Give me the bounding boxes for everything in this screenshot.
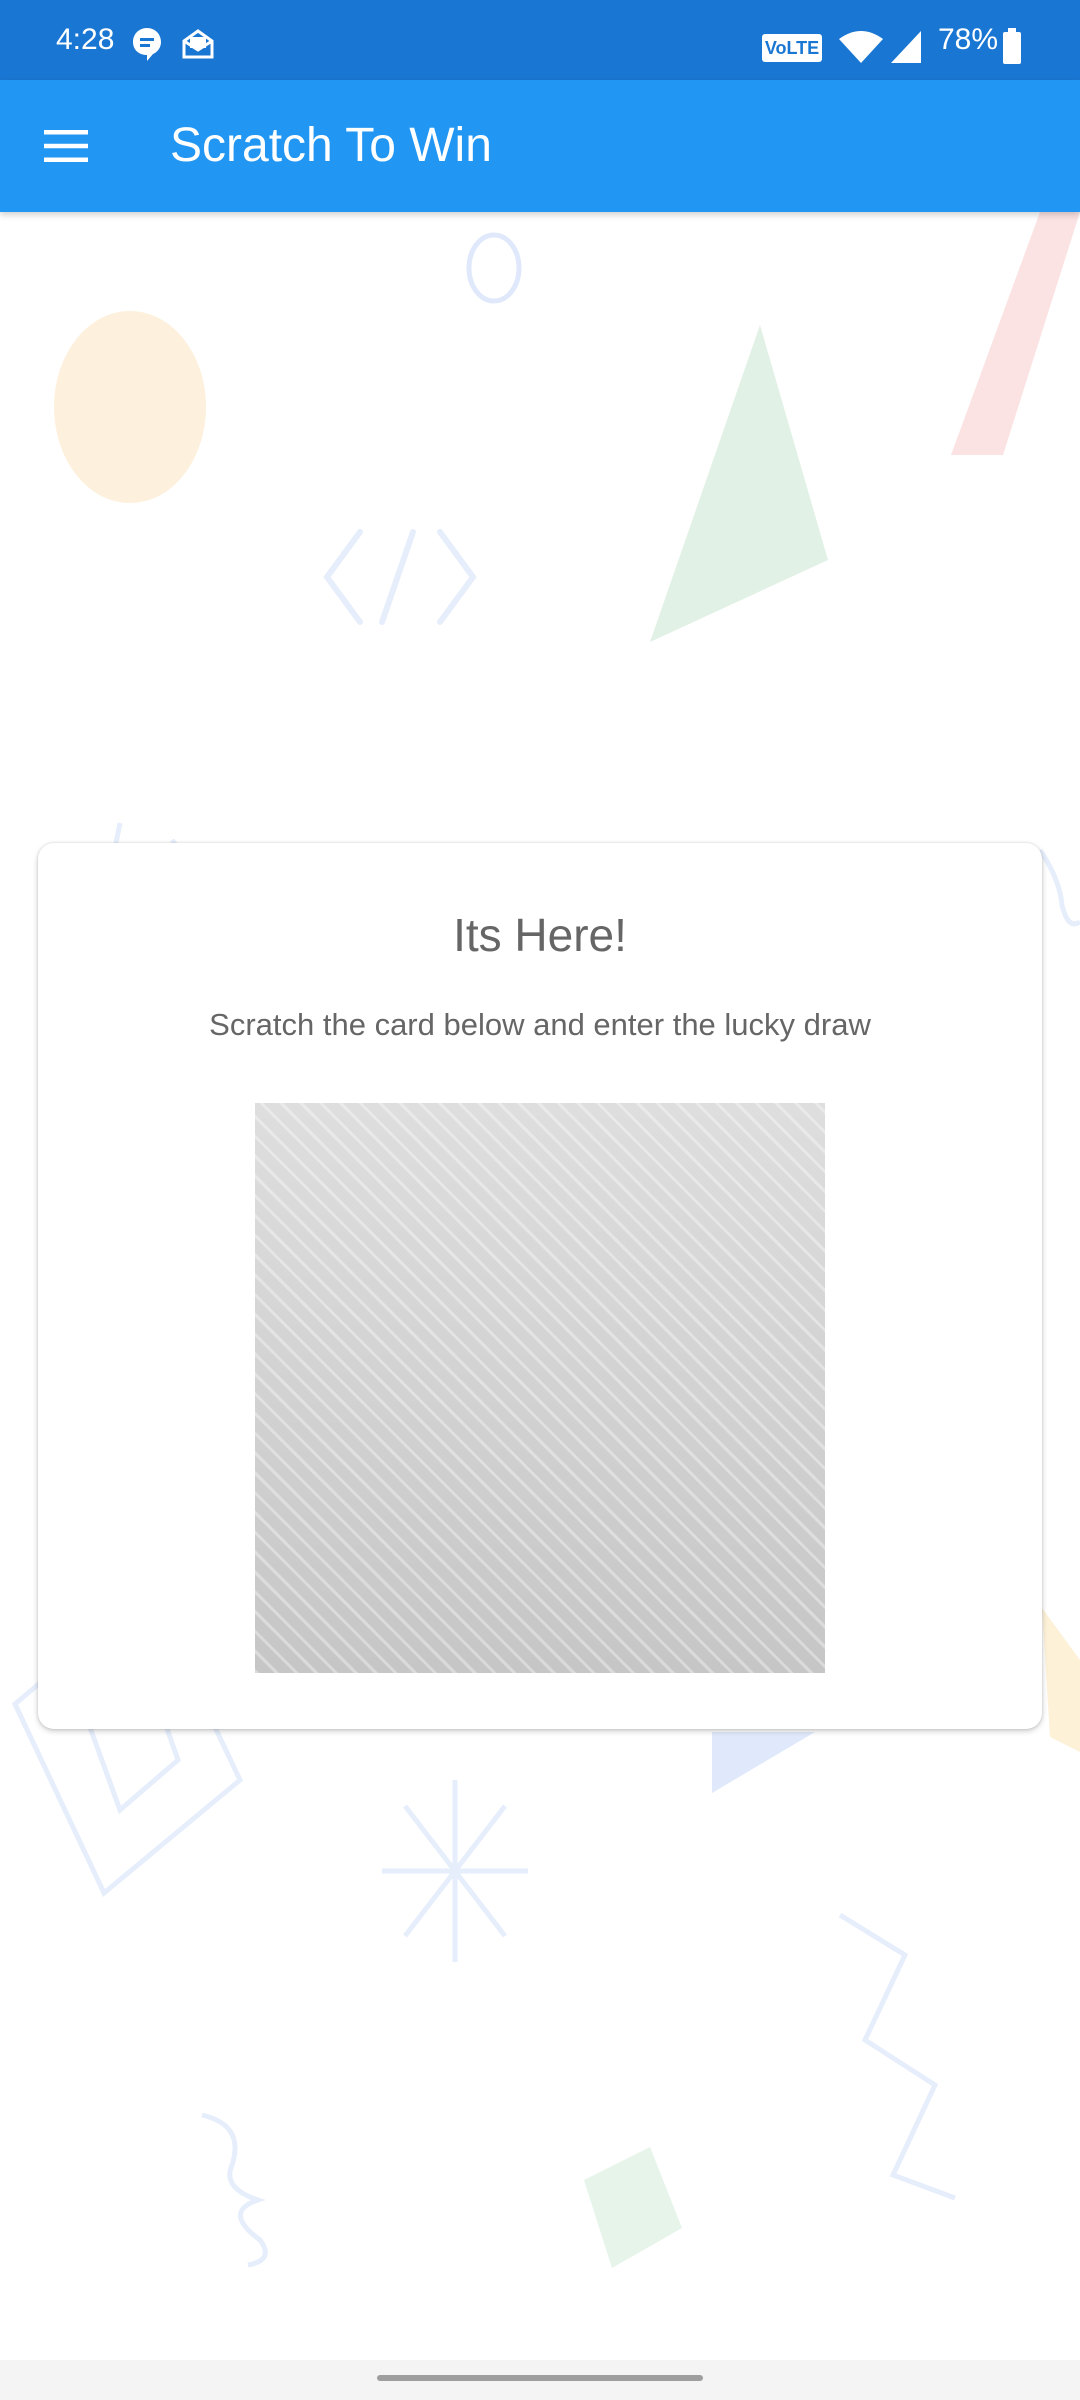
blue-ring-shape	[466, 232, 522, 304]
volte-icon: VoLTE	[762, 34, 822, 62]
code-brackets-shape	[323, 529, 477, 625]
home-gesture-handle[interactable]	[377, 2375, 703, 2381]
hamburger-menu-icon	[44, 130, 88, 162]
app-bar: Scratch To Win	[0, 80, 1080, 212]
blue-triangle-shape	[712, 1732, 815, 1793]
app-title: Scratch To Win	[170, 119, 492, 172]
yellow-triangle-shape	[1042, 1608, 1080, 1752]
mail-notification-icon	[182, 29, 214, 59]
volte-label: VoLTE	[764, 38, 820, 58]
wifi-icon	[839, 31, 883, 63]
navigation-bar	[0, 2360, 1080, 2400]
scratch-card: Its Here! Scratch the card below and ent…	[38, 843, 1042, 1729]
battery-icon	[1003, 28, 1021, 64]
pink-slash-shape	[951, 212, 1080, 455]
curly-brace-shape	[201, 2112, 268, 2268]
battery-percent: 78%	[938, 23, 999, 56]
status-time: 4:28	[56, 23, 115, 56]
scratch-surface[interactable]	[255, 1103, 825, 1673]
chat-notification-icon	[133, 28, 161, 61]
status-bar: 4:28 VoLTE 78%	[0, 0, 1080, 80]
cell-signal-icon	[891, 31, 921, 63]
screen: 4:28 VoLTE 78% Scratch To Win Its Here! …	[0, 0, 1080, 2400]
menu-button[interactable]	[24, 104, 108, 188]
green-diamond-shape	[584, 2147, 682, 2268]
card-title: Its Here!	[453, 909, 627, 961]
green-triangle-shape	[650, 325, 828, 642]
card-subtitle: Scratch the card below and enter the luc…	[209, 1007, 871, 1042]
zigzag-line-shape	[838, 1912, 956, 2201]
asterisk-shape	[382, 1780, 528, 1962]
peach-oval-shape	[54, 311, 206, 503]
